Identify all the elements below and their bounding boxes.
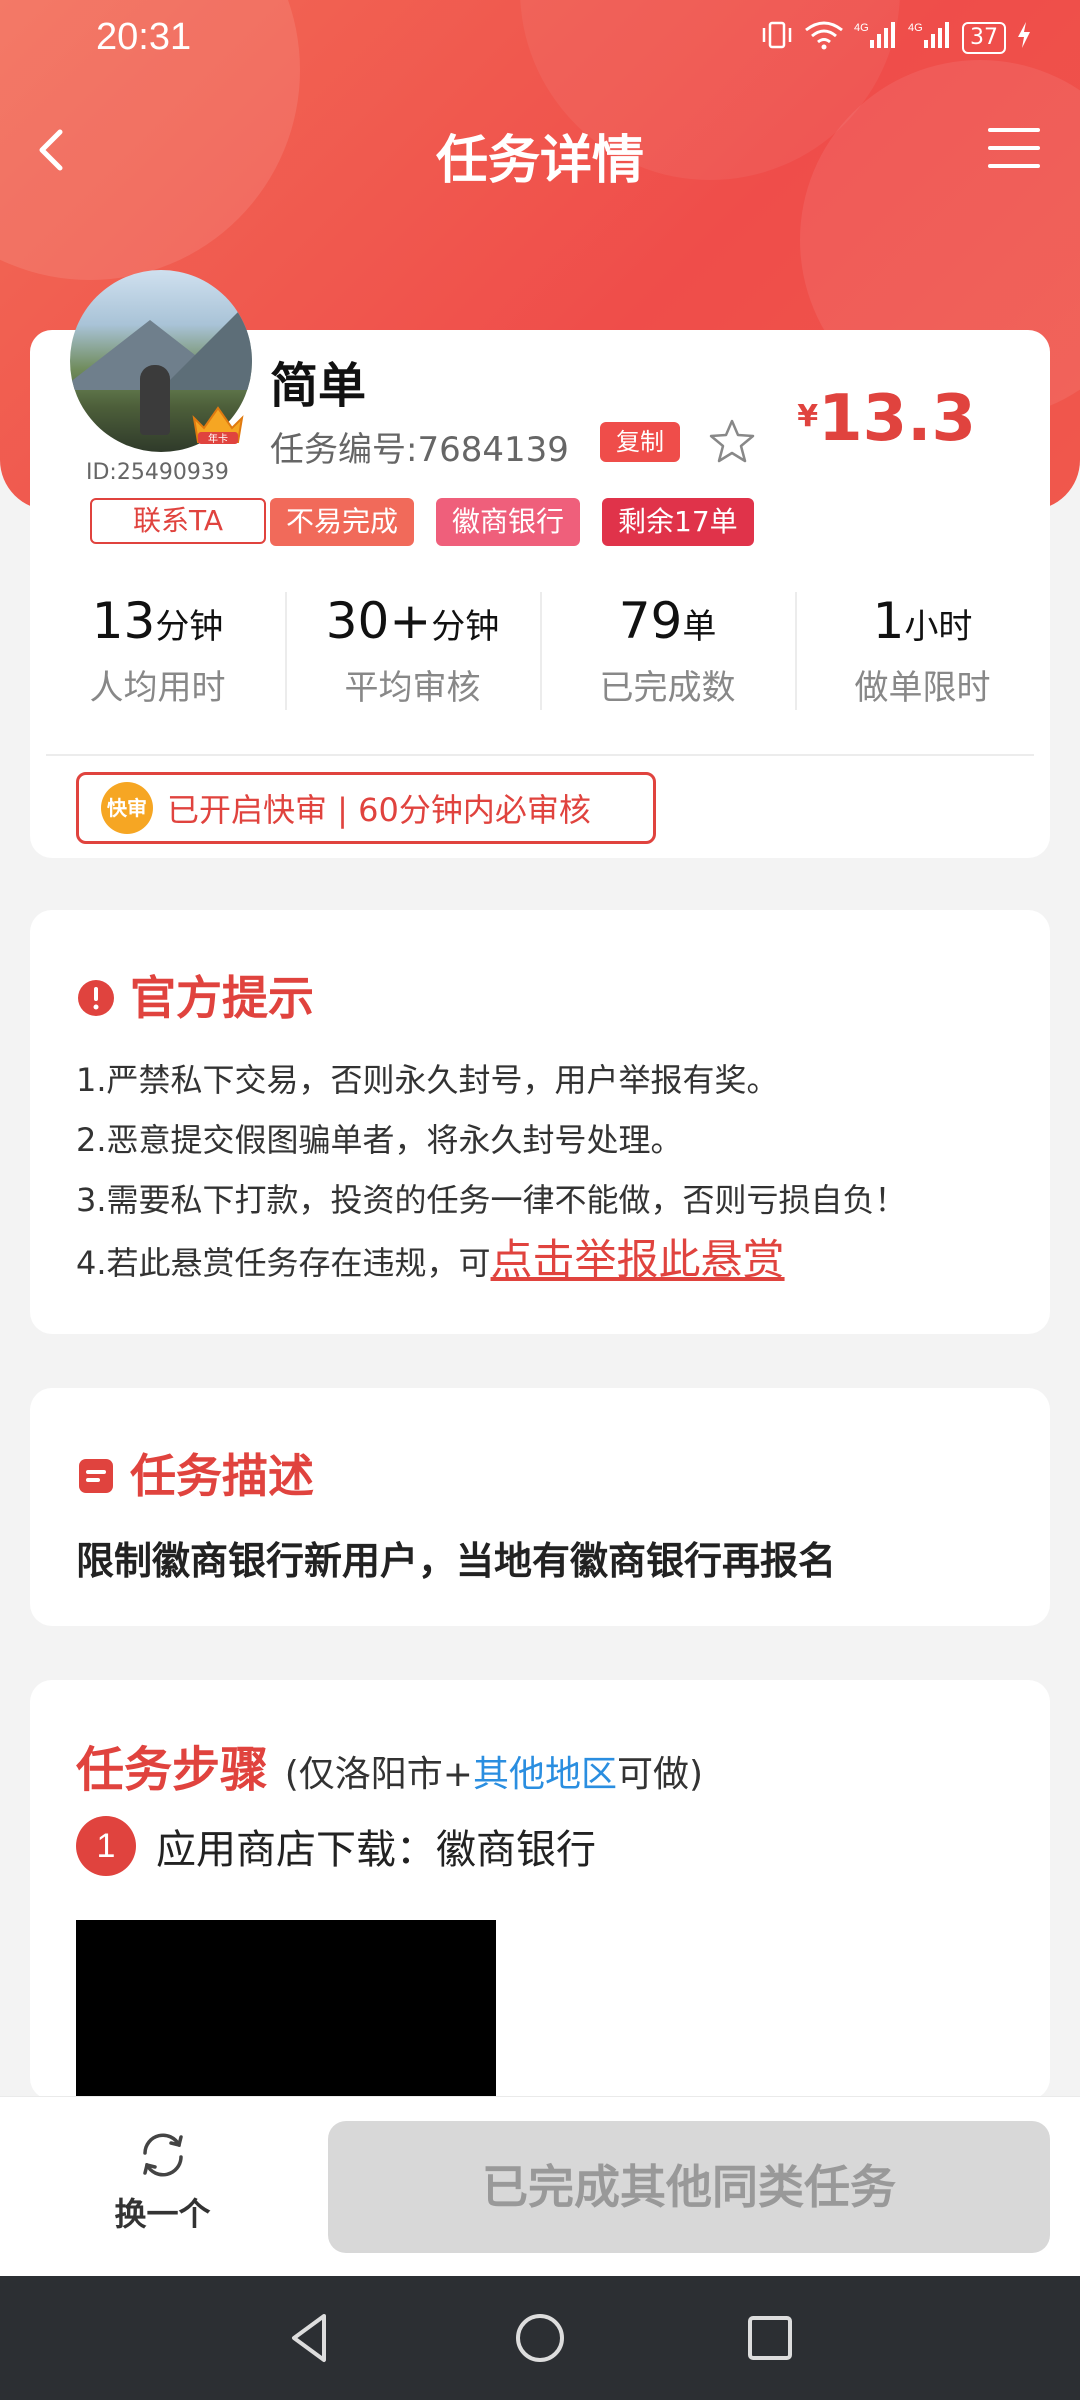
step-image[interactable]: [76, 1920, 496, 2100]
copy-button[interactable]: 复制: [600, 422, 680, 462]
refresh-icon: [135, 2127, 191, 2183]
step-number: 1: [76, 1816, 136, 1876]
task-info-card: 年卡 ID:25490939 联系TA 简单 任务编号:7684139 复制 ¥…: [30, 270, 1050, 858]
svg-text:4G: 4G: [854, 22, 869, 34]
description-title: 任务描述: [76, 1440, 314, 1506]
status-icons: 4G 4G 37: [760, 20, 1032, 56]
task-tags: 不易完成 徽商银行 剩余17单: [270, 498, 754, 546]
status-bar: 20:31 4G 4G 37: [0, 0, 1080, 80]
notice-item: 4.若此悬赏任务存在违规，可点击举报此悬赏: [76, 1235, 785, 1284]
notice-item: 1.严禁私下交易，否则永久封号，用户举报有奖。: [76, 1061, 779, 1099]
stat-avg-review: 30+分钟 平均审核: [285, 592, 540, 712]
notice-item: 2.恶意提交假图骗单者，将永久封号处理。: [76, 1121, 683, 1159]
svg-text:4G: 4G: [908, 22, 923, 34]
system-navigation-bar: [0, 2276, 1080, 2400]
step-item: 1 应用商店下载：徽商银行: [76, 1816, 596, 1876]
completed-similar-task-button[interactable]: 已完成其他同类任务: [328, 2121, 1050, 2253]
crown-icon: 年卡: [190, 402, 246, 448]
signal-icon: 4G: [854, 20, 898, 56]
notice-title: 官方提示: [76, 962, 314, 1028]
report-link[interactable]: 点击举报此悬赏: [491, 1235, 785, 1284]
svg-text:年卡: 年卡: [208, 432, 228, 445]
task-description-card: 任务描述 限制徽商银行新用户，当地有徽商银行再报名: [30, 1388, 1050, 1626]
signal-icon: 4G: [908, 20, 952, 56]
user-id: ID:25490939: [86, 460, 229, 485]
star-icon[interactable]: [706, 416, 758, 468]
divider: [46, 754, 1034, 756]
bottom-action-bar: 换一个 已完成其他同类任务: [0, 2096, 1080, 2276]
steps-title: 任务步骤 (仅洛阳市+其他地区可做): [76, 1742, 704, 1798]
fast-review-badge: 快审 已开启快审 | 60分钟内必审核: [76, 772, 656, 844]
steps-scope: (仅洛阳市+其他地区可做): [284, 1754, 704, 1795]
task-steps-card: 任务步骤 (仅洛阳市+其他地区可做) 1 应用商店下载：徽商银行: [30, 1680, 1050, 2100]
official-notice-card: 官方提示 1.严禁私下交易，否则永久封号，用户举报有奖。 2.恶意提交假图骗单者…: [30, 910, 1050, 1334]
swap-task-button[interactable]: 换一个: [100, 2127, 225, 2235]
page-title: 任务详情: [435, 131, 644, 191]
tag-difficulty: 不易完成: [270, 498, 415, 546]
system-back-icon[interactable]: [278, 2306, 342, 2370]
fast-review-icon: 快审: [101, 782, 153, 834]
wifi-icon: [804, 20, 844, 56]
document-icon: [76, 1453, 116, 1493]
fast-review-text: 已开启快审 | 60分钟内必审核: [167, 791, 591, 829]
task-name: 简单: [270, 358, 367, 414]
stat-avg-time: 13分钟 人均用时: [89, 592, 226, 708]
system-recents-icon[interactable]: [738, 2306, 802, 2370]
stat-completed: 79单 已完成数: [540, 592, 795, 712]
price-symbol: ¥: [797, 399, 819, 434]
step-text: 应用商店下载：徽商银行: [156, 1827, 596, 1873]
swap-label: 换一个: [114, 2195, 211, 2233]
task-stats: 13分钟 人均用时 30+分钟 平均审核 79单 已完成数 1小时 做单限时: [30, 592, 1050, 712]
description-text: 限制徽商银行新用户，当地有徽商银行再报名: [76, 1539, 837, 1583]
vibrate-icon: [760, 20, 794, 56]
contact-button[interactable]: 联系TA: [90, 498, 266, 544]
stat-time-limit: 1小时 做单限时: [795, 592, 1050, 712]
price: ¥13.3: [797, 382, 976, 456]
price-amount: 13.3: [818, 382, 976, 456]
battery-icon: 37: [962, 22, 1006, 54]
alert-icon: [76, 975, 116, 1016]
status-time: 20:31: [96, 16, 192, 58]
menu-icon[interactable]: [988, 128, 1040, 170]
charging-icon: [1016, 20, 1032, 56]
other-regions-link[interactable]: 其他地区: [473, 1754, 617, 1795]
notice-item: 3.需要私下打款，投资的任务一律不能做，否则亏损自负！: [76, 1181, 907, 1219]
system-home-icon[interactable]: [508, 2306, 572, 2370]
tag-remaining: 剩余17单: [602, 498, 754, 546]
tag-bank: 徽商银行: [436, 498, 581, 546]
task-number: 任务编号:7684139: [270, 430, 569, 470]
navigation-bar: 任务详情: [0, 100, 1080, 200]
notice-list: 1.严禁私下交易，否则永久封号，用户举报有奖。 2.恶意提交假图骗单者，将永久封…: [76, 1050, 907, 1293]
